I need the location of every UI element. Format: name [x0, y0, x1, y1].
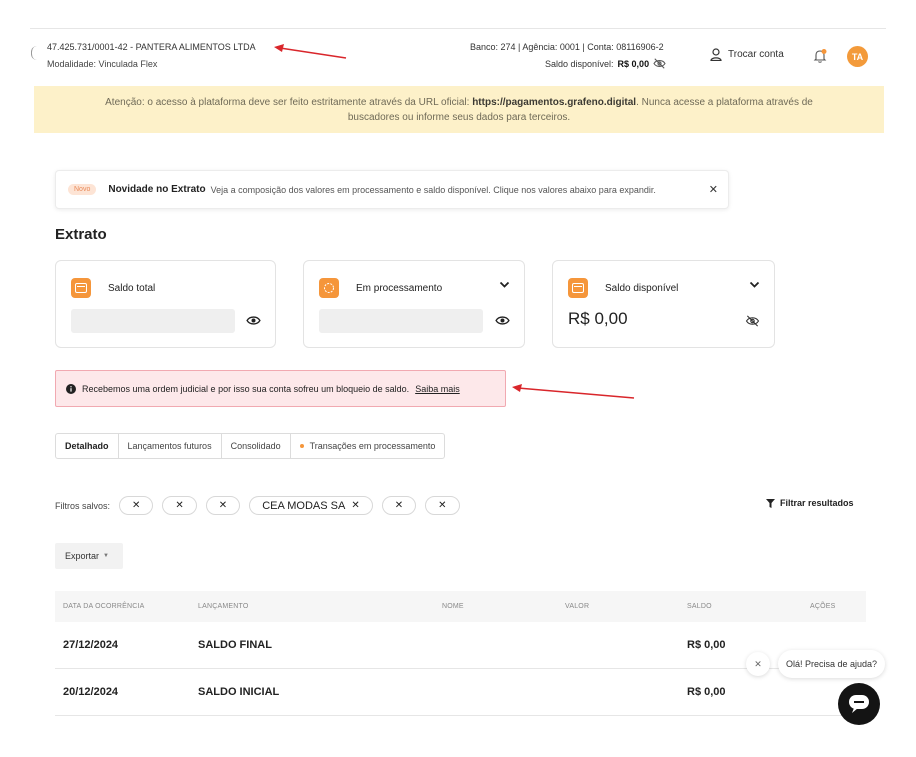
chevron-down-icon[interactable] — [749, 281, 760, 289]
table-row: 27/12/2024 SALDO FINAL R$ 0,00 — [55, 622, 866, 669]
card-label: Saldo disponível — [605, 283, 679, 294]
hidden-value-mask — [319, 309, 483, 333]
judicial-block-alert: Recebemos uma ordem judicial e por isso … — [55, 370, 506, 407]
status-dot — [299, 444, 304, 448]
news-notice: Novo Novidade no Extrato Veja a composiç… — [55, 170, 729, 209]
remove-icon[interactable]: ✕ — [351, 500, 359, 511]
table-header: DATA DA OCORRÊNCIA LANÇAMENTO NOME VALOR… — [55, 591, 866, 622]
bell-icon — [813, 49, 827, 63]
new-badge: Novo — [68, 184, 97, 195]
company-name: 47.425.731/0001-42 - PANTERA ALIMENTOS L… — [47, 42, 256, 52]
news-text: Veja a composição dos valores em process… — [210, 184, 656, 195]
filter-results-button[interactable]: Filtrar resultados — [766, 498, 854, 508]
top-divider — [30, 28, 886, 29]
filter-chip[interactable]: ✕ — [381, 496, 417, 515]
account-header: 47.425.731/0001-42 - PANTERA ALIMENTOS L… — [0, 38, 916, 82]
learn-more-link[interactable]: Saiba mais — [415, 384, 460, 394]
card-label: Saldo total — [108, 283, 156, 294]
card-available-balance[interactable]: Saldo disponível R$ 0,00 — [552, 260, 775, 348]
remove-icon[interactable]: ✕ — [395, 500, 403, 511]
table-row: 20/12/2024 SALDO INICIAL R$ 0,00 — [55, 669, 866, 716]
row-balance: R$ 0,00 — [687, 686, 726, 698]
switch-account-button[interactable]: Trocar conta — [710, 48, 784, 61]
alert-text: Recebemos uma ordem judicial e por isso … — [82, 383, 410, 394]
column-header-value: VALOR — [565, 603, 590, 610]
warning-line-2: buscadores ou informe seus dados para te… — [347, 112, 571, 123]
filter-chip-label: CEA MODAS SA — [262, 499, 346, 512]
clock-icon — [319, 278, 339, 298]
annotation-arrow-alert — [512, 384, 635, 399]
card-total-balance: Saldo total — [55, 260, 276, 348]
notifications-button[interactable] — [812, 48, 828, 64]
header-balance-value: R$ 0,00 — [617, 58, 650, 69]
annotation-arrow-company — [274, 44, 347, 59]
hidden-value-mask — [71, 309, 235, 333]
card-label: Em processamento — [356, 283, 443, 294]
filter-chip[interactable]: ✕ — [162, 496, 197, 515]
eye-icon[interactable] — [246, 315, 261, 326]
statement-table: DATA DA OCORRÊNCIA LANÇAMENTO NOME VALOR… — [55, 591, 866, 716]
filter-chip-cea-modas[interactable]: CEA MODAS SA ✕ — [249, 496, 373, 515]
user-icon — [710, 48, 722, 61]
statement-tabs: Detalhado Lançamentos futuros Consolidad… — [55, 433, 446, 459]
chat-button[interactable] — [838, 683, 880, 725]
switch-account-label: Trocar conta — [728, 49, 784, 60]
tab-processing-transactions[interactable]: Transações em processamento — [291, 434, 445, 458]
row-entry: SALDO INICIAL — [198, 686, 280, 698]
bank-info: Banco: 274 | Agência: 0001 | Conta: 0811… — [470, 42, 664, 52]
wallet-icon — [568, 278, 588, 298]
column-header-balance: SALDO — [687, 603, 712, 610]
help-bubble[interactable]: Olá! Precisa de ajuda? — [778, 650, 886, 678]
tab-future-entries[interactable]: Lançamentos futuros — [119, 434, 222, 458]
close-icon[interactable]: ✕ — [709, 183, 718, 196]
row-date: 27/12/2024 — [63, 639, 119, 651]
remove-icon[interactable]: ✕ — [438, 500, 446, 511]
account-modality: Modalidade: Vinculada Flex — [47, 59, 158, 69]
card-processing[interactable]: Em processamento — [303, 260, 525, 348]
column-header-actions: AÇÕES — [810, 603, 836, 610]
avatar[interactable]: TA — [847, 46, 868, 67]
header-balance-label: Saldo disponível: — [545, 58, 614, 69]
eye-icon[interactable] — [495, 315, 510, 326]
page-title: Extrato — [55, 226, 107, 243]
eye-off-icon[interactable] — [745, 315, 760, 327]
column-header-date: DATA DA OCORRÊNCIA — [63, 603, 145, 610]
filter-chip[interactable]: ✕ — [425, 496, 460, 515]
remove-icon[interactable]: ✕ — [219, 500, 227, 511]
back-mark[interactable] — [31, 46, 37, 60]
saved-filters: Filtros salvos: ✕ ✕ ✕ CEA MODAS SA ✕ ✕ ✕ — [55, 496, 460, 515]
caret-down-icon: ▼ — [103, 553, 109, 559]
saved-filters-label: Filtros salvos: — [55, 500, 111, 511]
news-title: Novidade no Extrato — [108, 184, 206, 195]
tab-consolidated[interactable]: Consolidado — [222, 434, 291, 458]
column-header-name: NOME — [442, 603, 464, 610]
chat-icon — [849, 695, 869, 713]
remove-icon[interactable]: ✕ — [132, 500, 140, 511]
row-date: 20/12/2024 — [63, 686, 119, 698]
row-balance: R$ 0,00 — [687, 639, 726, 651]
info-icon — [66, 383, 76, 394]
filter-chip[interactable]: ✕ — [205, 496, 241, 515]
security-warning-banner: Atenção: o acesso à plataforma deve ser … — [34, 86, 884, 133]
row-entry: SALDO FINAL — [198, 639, 272, 651]
export-button[interactable]: Exportar ▼ — [55, 543, 123, 569]
tab-detailed[interactable]: Detalhado — [56, 434, 119, 458]
chevron-down-icon[interactable] — [499, 281, 510, 289]
filter-chip[interactable]: ✕ — [119, 496, 154, 515]
warning-line-1: Atenção: o acesso à plataforma deve ser … — [105, 97, 813, 108]
help-close-button[interactable]: ✕ — [746, 652, 770, 676]
column-header-entry: LANÇAMENTO — [198, 603, 249, 610]
funnel-icon — [766, 498, 775, 508]
eye-off-icon[interactable] — [653, 58, 666, 69]
remove-icon[interactable]: ✕ — [175, 500, 183, 511]
wallet-icon — [71, 278, 91, 298]
official-url: https://pagamentos.grafeno.digital — [472, 97, 637, 108]
available-balance-value: R$ 0,00 — [568, 309, 628, 328]
header-balance: Saldo disponível: R$ 0,00 — [545, 58, 666, 69]
